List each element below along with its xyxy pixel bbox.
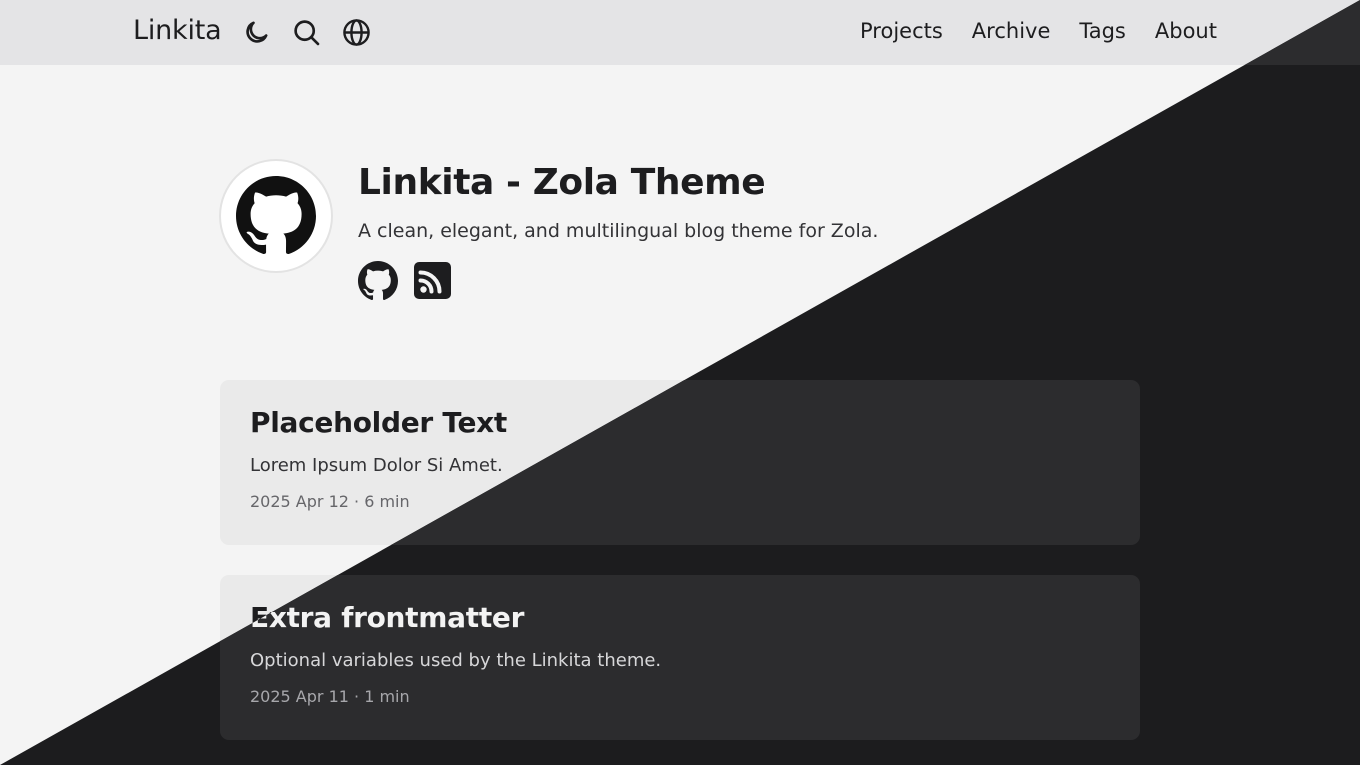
post-meta: 2025 Apr 12 · 6 min [250,492,410,511]
globe-icon[interactable] [342,18,371,47]
site-brand[interactable]: Linkita [133,15,222,46]
main-menu: Projects Archive Tags About [860,19,1217,43]
search-icon[interactable] [292,18,321,47]
top-nav: Linkita Projects Archive Tags About [0,0,1360,65]
github-icon[interactable] [358,261,398,301]
nav-tags[interactable]: Tags [1079,19,1126,43]
post-summary: Lorem Ipsum Dolor Si Amet. [250,455,503,476]
nav-archive[interactable]: Archive [972,19,1051,43]
post-summary: Optional variables used by the Linkita t… [250,650,662,671]
page-subtitle: A clean, elegant, and multilingual blog … [358,220,879,242]
post-title[interactable]: Placeholder Text [250,406,507,439]
moon-icon[interactable] [242,18,271,47]
avatar [221,161,331,271]
page-title: Linkita - Zola Theme [358,162,766,203]
post-card[interactable]: Extra frontmatter Optional variables use… [220,575,1140,740]
github-icon [236,176,316,255]
nav-projects[interactable]: Projects [860,19,943,43]
post-meta: 2025 Apr 11 · 1 min [250,687,410,706]
nav-about[interactable]: About [1155,19,1217,43]
post-title[interactable]: Extra frontmatter [250,601,524,634]
rss-icon[interactable] [412,261,452,301]
